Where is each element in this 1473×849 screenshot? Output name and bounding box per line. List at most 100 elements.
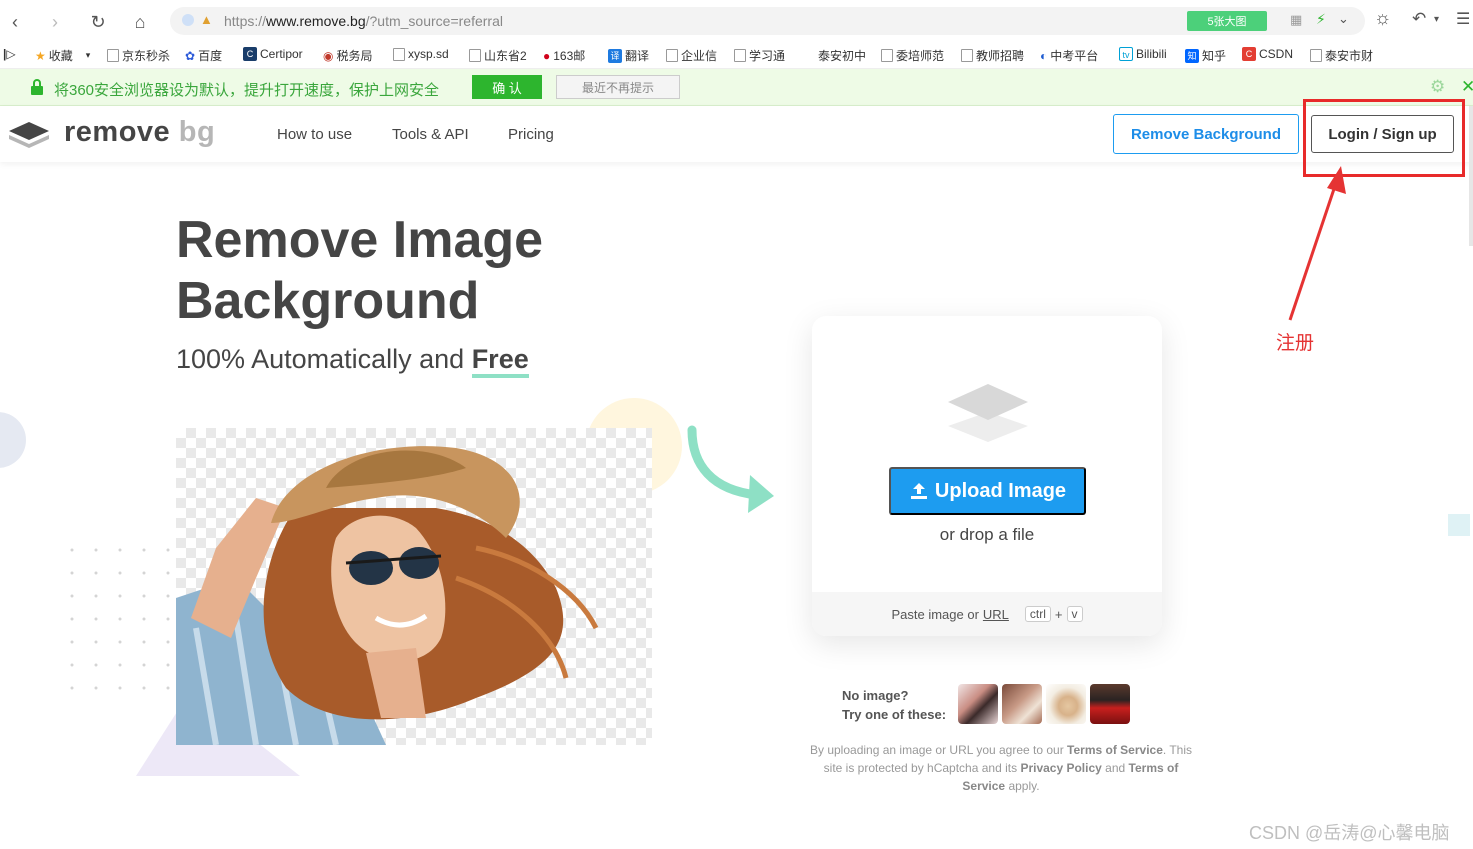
baidu-icon: ✿: [185, 48, 196, 63]
grid-icon[interactable]: ▦: [1290, 12, 1302, 28]
sample-image-car[interactable]: [1090, 684, 1130, 724]
bookmark-item[interactable]: 泰安初中: [818, 47, 866, 64]
hero-subtitle: 100% Automatically and Free: [176, 344, 529, 378]
back-icon[interactable]: ‹: [2, 9, 28, 35]
v-key: v: [1066, 606, 1083, 622]
dont-remind-button[interactable]: 最近不再提示: [556, 75, 680, 99]
bookmark-item[interactable]: ● 163邮: [543, 47, 585, 64]
nav-how-to-use[interactable]: How to use: [277, 126, 352, 143]
bookmark-item[interactable]: 委培师范: [881, 47, 944, 64]
undo-icon[interactable]: ↶: [1412, 9, 1426, 29]
undo-dropdown-icon[interactable]: ▾: [1434, 14, 1439, 25]
settings-icon[interactable]: ⚙: [1430, 77, 1445, 97]
bookmark-item[interactable]: xysp.sd: [393, 47, 449, 61]
terms-link[interactable]: Terms of Service: [1067, 743, 1163, 757]
bookmark-item[interactable]: 泰安市财: [1310, 47, 1373, 64]
woman-with-hat-illustration: [176, 446, 599, 746]
secure-icon: [182, 14, 194, 26]
privacy-link[interactable]: Privacy Policy: [1020, 761, 1101, 775]
forward-icon[interactable]: ›: [42, 9, 68, 35]
zhihu-icon: 知: [1185, 48, 1199, 63]
upload-card[interactable]: Upload Image or drop a file Paste image …: [812, 316, 1162, 636]
bookmark-item[interactable]: 企业信: [666, 47, 717, 64]
sidebar-toggle-icon[interactable]: |▷: [3, 47, 16, 61]
certipor-icon: C: [243, 47, 257, 61]
bookmark-item[interactable]: 山东省2: [469, 47, 527, 64]
sample-image-food[interactable]: [1046, 684, 1086, 724]
nav-tools-api[interactable]: Tools & API: [392, 126, 469, 143]
menu-icon[interactable]: ☰: [1456, 9, 1470, 29]
bookmark-item[interactable]: 译翻译: [608, 47, 649, 64]
logo-icon[interactable]: [8, 120, 50, 150]
bookmarks-bar: |▷ ★ 收藏 ▾ 京东秒杀 ✿ 百度 C Certipor ◉ 税务局 xysp.sd …: [0, 42, 1473, 69]
bookmark-item[interactable]: 京东秒杀: [107, 47, 170, 64]
translate-icon: 译: [608, 48, 622, 63]
lock-icon: [31, 79, 43, 95]
annotation-label: 注册: [1276, 333, 1315, 354]
brightness-icon[interactable]: ☼: [1374, 8, 1391, 30]
paste-url-link[interactable]: URL: [983, 607, 1009, 622]
hero-image: [176, 428, 652, 746]
decor-dots: [70, 548, 170, 690]
close-icon[interactable]: ✕: [1461, 77, 1473, 97]
sample-images-label: No image? Try one of these:: [842, 688, 947, 722]
bookmark-item[interactable]: ✿ 百度: [185, 47, 222, 64]
upload-icon: [910, 483, 927, 499]
warning-icon: ▲: [200, 12, 213, 27]
csdn-icon: C: [1242, 47, 1256, 61]
paste-hint: Paste image or URL ctrl + v: [812, 592, 1162, 636]
decor-circle: [0, 412, 26, 468]
url-text: https://www.remove.bg/?utm_source=referr…: [224, 13, 503, 29]
remove-background-button[interactable]: Remove Background: [1113, 114, 1299, 154]
confirm-button[interactable]: 确 认: [472, 75, 542, 99]
notice-text: 将360安全浏览器设为默认，提升打开速度，保护上网安全: [54, 82, 440, 99]
logo-text[interactable]: remove bg: [64, 116, 215, 149]
bookmark-item[interactable]: 知知乎: [1185, 47, 1226, 64]
sample-image-people[interactable]: [1002, 684, 1042, 724]
annotation-arrow: [1288, 166, 1346, 321]
lightning-icon[interactable]: ⚡: [1316, 11, 1326, 28]
layers-icon: [948, 384, 1028, 442]
ctrl-key: ctrl: [1024, 606, 1051, 622]
bookmark-item[interactable]: 教师招聘: [961, 47, 1024, 64]
home-icon[interactable]: ⌂: [127, 9, 153, 35]
decor-square: [1448, 514, 1470, 536]
sample-image-woman[interactable]: [958, 684, 998, 724]
bookmark-item[interactable]: ◉ 税务局: [323, 47, 373, 64]
site-header: remove bg How to use Tools & API Pricing…: [0, 106, 1473, 162]
tax-icon: ◉: [323, 48, 334, 63]
reload-icon[interactable]: ↻: [85, 9, 111, 35]
page-icon: [666, 49, 678, 62]
chevron-down-icon: ▾: [85, 50, 91, 60]
drop-file-text: or drop a file: [939, 525, 1035, 544]
page-icon: [734, 49, 746, 62]
page-icon: [469, 49, 481, 62]
hero-title: Remove Image Background: [176, 211, 544, 330]
chevron-down-icon[interactable]: ⌄: [1338, 11, 1349, 27]
nav-pricing[interactable]: Pricing: [508, 126, 554, 143]
bookmark-item[interactable]: C CSDN: [1242, 47, 1293, 61]
page-icon: [1310, 49, 1322, 62]
bookmark-item[interactable]: ◐ 中考平台: [1040, 47, 1098, 64]
browser-toolbar: ‹ › ↻ ⌂ ▲ https://www.remove.bg/?utm_sou…: [0, 0, 1473, 42]
upload-image-button[interactable]: Upload Image: [889, 467, 1086, 515]
bookmark-item[interactable]: tv Bilibili: [1119, 47, 1167, 61]
star-icon: ★: [35, 48, 46, 63]
exam-icon: ◐: [1040, 48, 1048, 63]
watermark: CSDN @岳涛@心馨电脑: [1249, 823, 1450, 843]
bookmark-favorites[interactable]: ★ 收藏 ▾: [35, 47, 90, 64]
address-bar[interactable]: ▲ https://www.remove.bg/?utm_source=refe…: [170, 7, 1365, 35]
bookmark-item[interactable]: 学习通: [734, 47, 785, 64]
page-icon: [881, 49, 893, 62]
legal-text: By uploading an image or URL you agree t…: [810, 743, 1192, 793]
image-count-badge[interactable]: 5张大图: [1187, 11, 1267, 31]
scrollbar[interactable]: [1469, 106, 1473, 246]
arrow-icon: [687, 425, 774, 513]
bilibili-icon: tv: [1119, 47, 1133, 61]
default-browser-notice: 将360安全浏览器设为默认，提升打开速度，保护上网安全 确 认 最近不再提示 ⚙…: [0, 69, 1473, 106]
page-icon: [393, 47, 405, 61]
mail-icon: ●: [543, 48, 551, 63]
page-icon: [107, 49, 119, 62]
page-icon: [961, 49, 973, 62]
bookmark-item[interactable]: C Certipor: [243, 47, 303, 61]
